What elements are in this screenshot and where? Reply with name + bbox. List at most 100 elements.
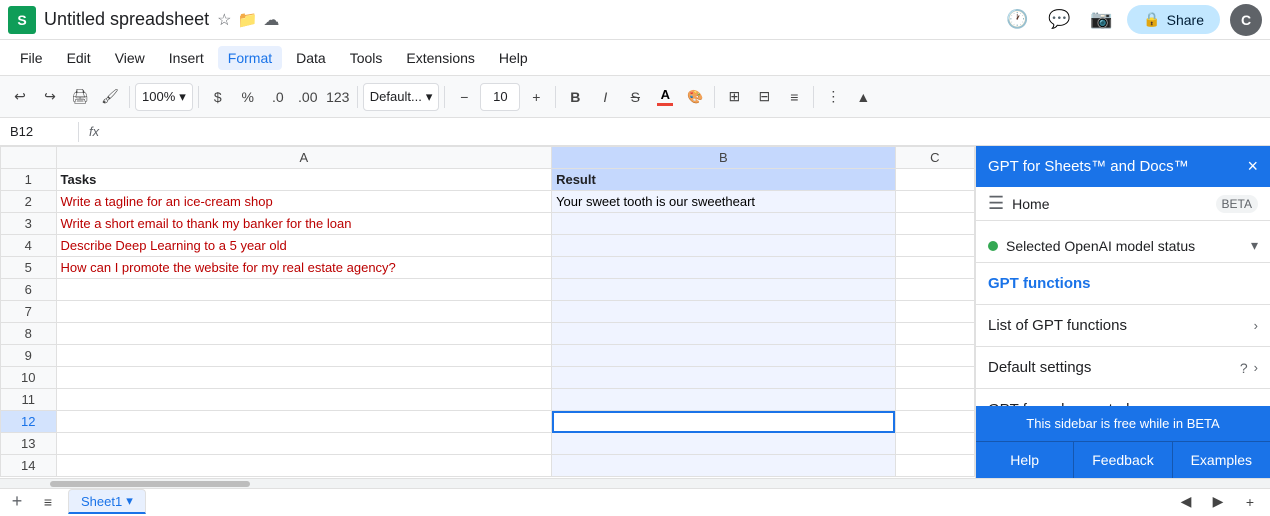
- all-sheets-button[interactable]: ≡: [34, 488, 62, 516]
- cell-B9[interactable]: [552, 345, 896, 367]
- folder-icon[interactable]: 📁: [237, 10, 257, 30]
- comment-icon[interactable]: 💬: [1043, 4, 1075, 36]
- horizontal-scrollbar[interactable]: [0, 478, 1270, 488]
- cell-C14[interactable]: [895, 455, 974, 477]
- cell-C7[interactable]: [895, 301, 974, 323]
- bold-button[interactable]: B: [561, 83, 589, 111]
- cell-A12[interactable]: [56, 411, 552, 433]
- cell-C11[interactable]: [895, 389, 974, 411]
- cell-C13[interactable]: [895, 433, 974, 455]
- currency-button[interactable]: $: [204, 83, 232, 111]
- cell-B6[interactable]: [552, 279, 896, 301]
- row-header-10[interactable]: 10: [1, 367, 57, 389]
- increase-decimal-button[interactable]: .00: [294, 83, 322, 111]
- cell-C6[interactable]: [895, 279, 974, 301]
- menu-edit[interactable]: Edit: [57, 46, 101, 70]
- gpt-functions-header[interactable]: GPT functions: [976, 263, 1270, 304]
- sidebar-close-button[interactable]: ×: [1247, 156, 1258, 177]
- cell-A4[interactable]: Describe Deep Learning to a 5 year old: [56, 235, 552, 257]
- cell-A2[interactable]: Write a tagline for an ice-cream shop: [56, 191, 552, 213]
- cell-A10[interactable]: [56, 367, 552, 389]
- more-toolbar-button[interactable]: ⋮: [819, 83, 847, 111]
- row-header-6[interactable]: 6: [1, 279, 57, 301]
- more-formats-button[interactable]: 123: [324, 83, 352, 111]
- menu-file[interactable]: File: [10, 46, 53, 70]
- video-icon[interactable]: 📷: [1085, 4, 1117, 36]
- row-header-7[interactable]: 7: [1, 301, 57, 323]
- text-color-button[interactable]: A: [651, 83, 679, 111]
- cell-B14[interactable]: [552, 455, 896, 477]
- row-header-4[interactable]: 4: [1, 235, 57, 257]
- decrease-font-size-button[interactable]: −: [450, 83, 478, 111]
- menu-insert[interactable]: Insert: [159, 46, 214, 70]
- cell-B2[interactable]: Your sweet tooth is our sweetheart: [552, 191, 896, 213]
- undo-button[interactable]: ↩: [6, 83, 34, 111]
- cell-B12[interactable]: [552, 411, 896, 433]
- cell-C10[interactable]: [895, 367, 974, 389]
- collapse-toolbar-button[interactable]: ▲: [849, 83, 877, 111]
- cell-A6[interactable]: [56, 279, 552, 301]
- cell-C1[interactable]: [895, 169, 974, 191]
- row-header-3[interactable]: 3: [1, 213, 57, 235]
- cell-A9[interactable]: [56, 345, 552, 367]
- cell-B13[interactable]: [552, 433, 896, 455]
- model-status-row[interactable]: Selected OpenAI model status ▾: [976, 229, 1270, 262]
- help-circle-icon[interactable]: ?: [1240, 360, 1248, 376]
- history-icon[interactable]: 🕐: [1001, 4, 1033, 36]
- add-sheet-button[interactable]: +: [6, 491, 28, 513]
- redo-button[interactable]: ↪: [36, 83, 64, 111]
- list-gpt-functions-header[interactable]: List of GPT functions ›: [976, 305, 1270, 346]
- paint-format-button[interactable]: 🖌: [96, 83, 124, 111]
- cell-C9[interactable]: [895, 345, 974, 367]
- cell-A8[interactable]: [56, 323, 552, 345]
- cell-reference-input[interactable]: B12: [4, 124, 74, 139]
- increase-font-size-button[interactable]: +: [522, 83, 550, 111]
- row-header-9[interactable]: 9: [1, 345, 57, 367]
- row-header-12[interactable]: 12: [1, 411, 57, 433]
- cell-B7[interactable]: [552, 301, 896, 323]
- decrease-decimal-button[interactable]: .0: [264, 83, 292, 111]
- formula-input[interactable]: [105, 124, 1266, 139]
- col-header-B[interactable]: B: [552, 147, 896, 169]
- text-align-button[interactable]: ≡: [780, 83, 808, 111]
- spreadsheet-container[interactable]: A B C 1TasksResult2Write a tagline for a…: [0, 146, 975, 478]
- menu-extensions[interactable]: Extensions: [396, 46, 484, 70]
- menu-help[interactable]: Help: [489, 46, 538, 70]
- menu-view[interactable]: View: [105, 46, 155, 70]
- document-title[interactable]: Untitled spreadsheet: [44, 9, 209, 30]
- row-header-11[interactable]: 11: [1, 389, 57, 411]
- menu-data[interactable]: Data: [286, 46, 336, 70]
- italic-button[interactable]: I: [591, 83, 619, 111]
- feedback-button[interactable]: Feedback: [1074, 442, 1172, 478]
- cell-C4[interactable]: [895, 235, 974, 257]
- row-header-5[interactable]: 5: [1, 257, 57, 279]
- cell-C2[interactable]: [895, 191, 974, 213]
- cell-B4[interactable]: [552, 235, 896, 257]
- cell-B8[interactable]: [552, 323, 896, 345]
- cell-A14[interactable]: [56, 455, 552, 477]
- examples-button[interactable]: Examples: [1173, 442, 1270, 478]
- cell-B10[interactable]: [552, 367, 896, 389]
- default-settings-header[interactable]: Default settings ? ›: [976, 347, 1270, 388]
- cell-C3[interactable]: [895, 213, 974, 235]
- font-family-dropdown[interactable]: Default... ▾: [363, 83, 440, 111]
- hamburger-menu-icon[interactable]: ☰: [988, 193, 1004, 214]
- scroll-right-button[interactable]: ▶: [1204, 488, 1232, 516]
- add-sheet-right-button[interactable]: +: [1236, 488, 1264, 516]
- fill-color-button[interactable]: 🎨: [681, 83, 709, 111]
- cell-A7[interactable]: [56, 301, 552, 323]
- cell-A1[interactable]: Tasks: [56, 169, 552, 191]
- row-header-13[interactable]: 13: [1, 433, 57, 455]
- row-header-1[interactable]: 1: [1, 169, 57, 191]
- row-header-8[interactable]: 8: [1, 323, 57, 345]
- cell-B11[interactable]: [552, 389, 896, 411]
- sidebar-home-label[interactable]: Home: [1012, 196, 1207, 212]
- cell-C5[interactable]: [895, 257, 974, 279]
- merge-cells-button[interactable]: ⊟: [750, 83, 778, 111]
- cell-A3[interactable]: Write a short email to thank my banker f…: [56, 213, 552, 235]
- cell-C8[interactable]: [895, 323, 974, 345]
- share-button[interactable]: 🔒 Share: [1127, 5, 1220, 34]
- scroll-left-button[interactable]: ◀: [1172, 488, 1200, 516]
- cell-C12[interactable]: [895, 411, 974, 433]
- percent-button[interactable]: %: [234, 83, 262, 111]
